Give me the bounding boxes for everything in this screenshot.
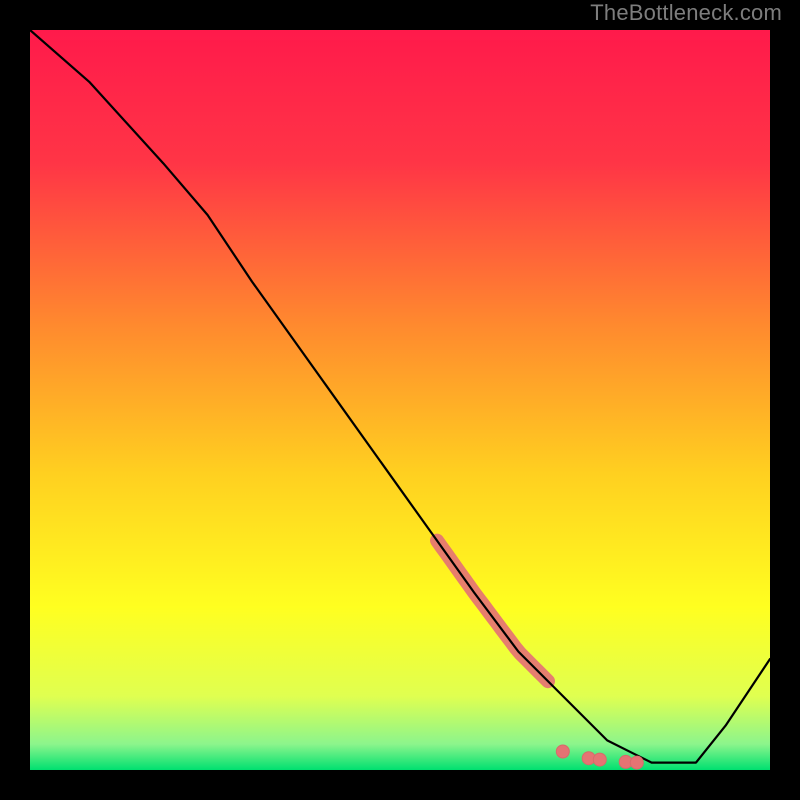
marker-dot <box>630 756 643 769</box>
chart-frame: TheBottleneck.com <box>0 0 800 800</box>
chart-svg <box>30 30 770 770</box>
marker-dot <box>593 753 606 766</box>
plot-area <box>30 30 770 770</box>
gradient-background <box>30 30 770 770</box>
marker-dot <box>556 745 569 758</box>
watermark-text: TheBottleneck.com <box>590 0 782 26</box>
